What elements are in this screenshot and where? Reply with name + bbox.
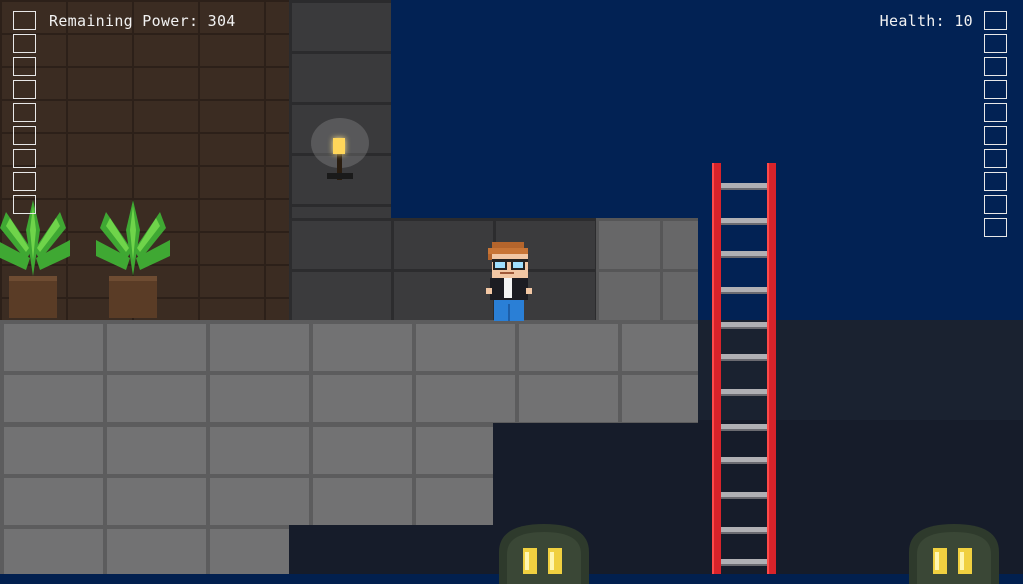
ladder-rung	[721, 424, 767, 431]
ladder-rail-right	[767, 163, 776, 574]
torch-bracket	[327, 173, 353, 179]
power-value: 304	[207, 12, 236, 30]
meter-segment	[984, 172, 1007, 191]
meter-segment	[984, 149, 1007, 168]
ladder-rung	[721, 457, 767, 464]
meter-segment	[13, 11, 36, 30]
meter-segment	[13, 126, 36, 145]
ladder-rung	[721, 389, 767, 396]
shadow-creature-icon	[499, 524, 589, 584]
meter-segment	[13, 80, 36, 99]
plant-leaves-icon	[96, 200, 170, 276]
ladder-rung	[721, 183, 767, 190]
meter-segment	[984, 126, 1007, 145]
ladder-rung	[721, 251, 767, 258]
meter-segment	[984, 80, 1007, 99]
meter-segment	[984, 34, 1007, 53]
power-label: Remaining Power:	[49, 12, 199, 30]
meter-segment	[13, 195, 36, 214]
shadow-creature-icon	[909, 524, 999, 584]
ladder-rung	[721, 527, 767, 534]
ladder-rung	[721, 287, 767, 294]
ladder-rail-left	[712, 163, 721, 574]
stone-platform-middle	[0, 423, 493, 525]
torch-flame-icon	[333, 138, 345, 154]
meter-segment	[984, 11, 1007, 30]
ladder-rung	[721, 559, 767, 566]
stone-platform-upper	[0, 320, 698, 423]
health-readout: Health: 10	[880, 11, 973, 31]
ladder-rung	[721, 322, 767, 329]
plant-pot	[109, 276, 157, 318]
meter-segment	[984, 57, 1007, 76]
meter-segment	[984, 103, 1007, 122]
player-character-icon[interactable]	[486, 242, 532, 321]
meter-segment	[13, 172, 36, 191]
meter-segment	[984, 195, 1007, 214]
remaining-power-readout: Remaining Power: 304	[49, 11, 236, 31]
health-value: 10	[954, 12, 973, 30]
meter-segment	[13, 34, 36, 53]
meter-segment	[13, 57, 36, 76]
health-label: Health:	[879, 12, 945, 30]
stone-platform-lower	[0, 525, 289, 574]
meter-segment	[13, 149, 36, 168]
stone-block-light	[596, 218, 698, 320]
ladder-rung	[721, 492, 767, 499]
ladder-rung	[721, 354, 767, 361]
ladder-rung	[721, 218, 767, 225]
meter-segment	[984, 218, 1007, 237]
health-meter	[984, 11, 1009, 241]
plant-pot	[9, 276, 57, 318]
power-meter	[13, 11, 38, 218]
meter-segment	[13, 103, 36, 122]
red-ladder[interactable]	[712, 163, 776, 574]
